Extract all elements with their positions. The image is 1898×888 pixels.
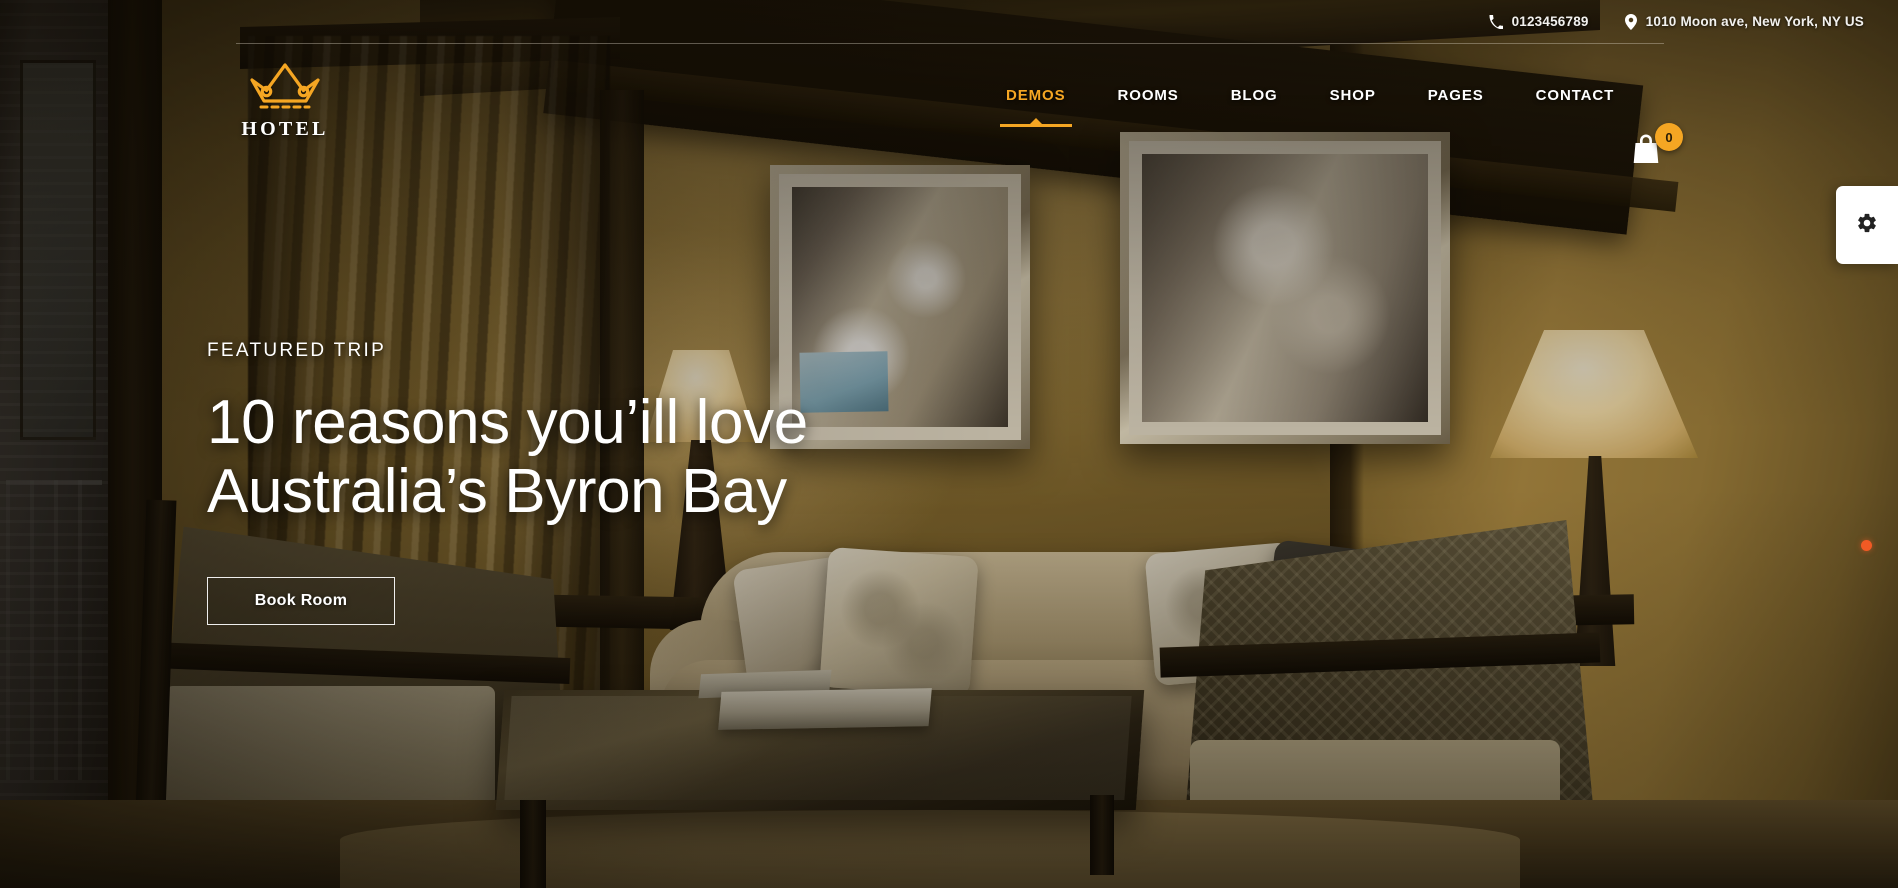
nav-item-pages[interactable]: PAGES <box>1402 87 1510 104</box>
nav-item-rooms[interactable]: ROOMS <box>1092 87 1205 104</box>
hero-headline-line-2: Australia’s Byron Bay <box>207 457 787 527</box>
address-text: 1010 Moon ave, New York, NY US <box>1645 14 1864 29</box>
hero-eyebrow: FEATURED TRIP <box>207 340 387 361</box>
slider-dot-active[interactable] <box>1861 540 1872 551</box>
hero-headline-line-1: 10 reasons you’ill love <box>207 388 808 457</box>
cart-count-badge: 0 <box>1655 123 1683 151</box>
nav-label: ROOMS <box>1117 87 1179 104</box>
hero-slider-page: 0123456789 1010 Moon ave, New York, NY U… <box>0 0 1898 888</box>
nav-item-shop[interactable]: SHOP <box>1304 87 1402 104</box>
address-contact[interactable]: 1010 Moon ave, New York, NY US <box>1624 13 1864 30</box>
gear-icon <box>1856 212 1878 239</box>
phone-icon <box>1489 14 1503 29</box>
nav-label: PAGES <box>1427 87 1484 104</box>
book-room-button[interactable]: Book Room <box>207 576 395 625</box>
nav-item-blog[interactable]: BLOG <box>1205 87 1304 104</box>
location-pin-icon <box>1624 13 1637 30</box>
top-contact-bar: 0123456789 1010 Moon ave, New York, NY U… <box>0 0 1898 43</box>
nav-label: CONTACT <box>1535 87 1615 104</box>
hero-content: FEATURED TRIP 10 reasons you’ill love Au… <box>207 340 808 625</box>
phone-contact[interactable]: 0123456789 <box>1489 14 1589 29</box>
nav-label: BLOG <box>1230 87 1278 104</box>
site-logo[interactable]: HOTEL <box>237 61 333 141</box>
phone-number: 0123456789 <box>1511 14 1589 29</box>
logo-wordmark: HOTEL <box>241 118 329 140</box>
slider-pagination[interactable] <box>1861 540 1872 551</box>
nav-item-demos[interactable]: DEMOS <box>980 87 1092 127</box>
crown-icon <box>237 61 333 113</box>
nav-item-contact[interactable]: CONTACT <box>1510 87 1641 104</box>
nav-label: SHOP <box>1329 87 1376 104</box>
nav-label: DEMOS <box>1006 87 1066 104</box>
active-nav-underline <box>999 124 1072 127</box>
cart-button[interactable]: 0 <box>1631 123 1683 177</box>
theme-settings-button[interactable] <box>1836 186 1898 264</box>
main-navigation: DEMOS ROOMS BLOG SHOP PAGES CONTACT <box>980 87 1641 127</box>
site-header: HOTEL DEMOS ROOMS BLOG SHOP PAGES CONTAC… <box>0 43 1898 163</box>
hero-headline: 10 reasons you’ill love Australia’s Byro… <box>207 388 808 527</box>
